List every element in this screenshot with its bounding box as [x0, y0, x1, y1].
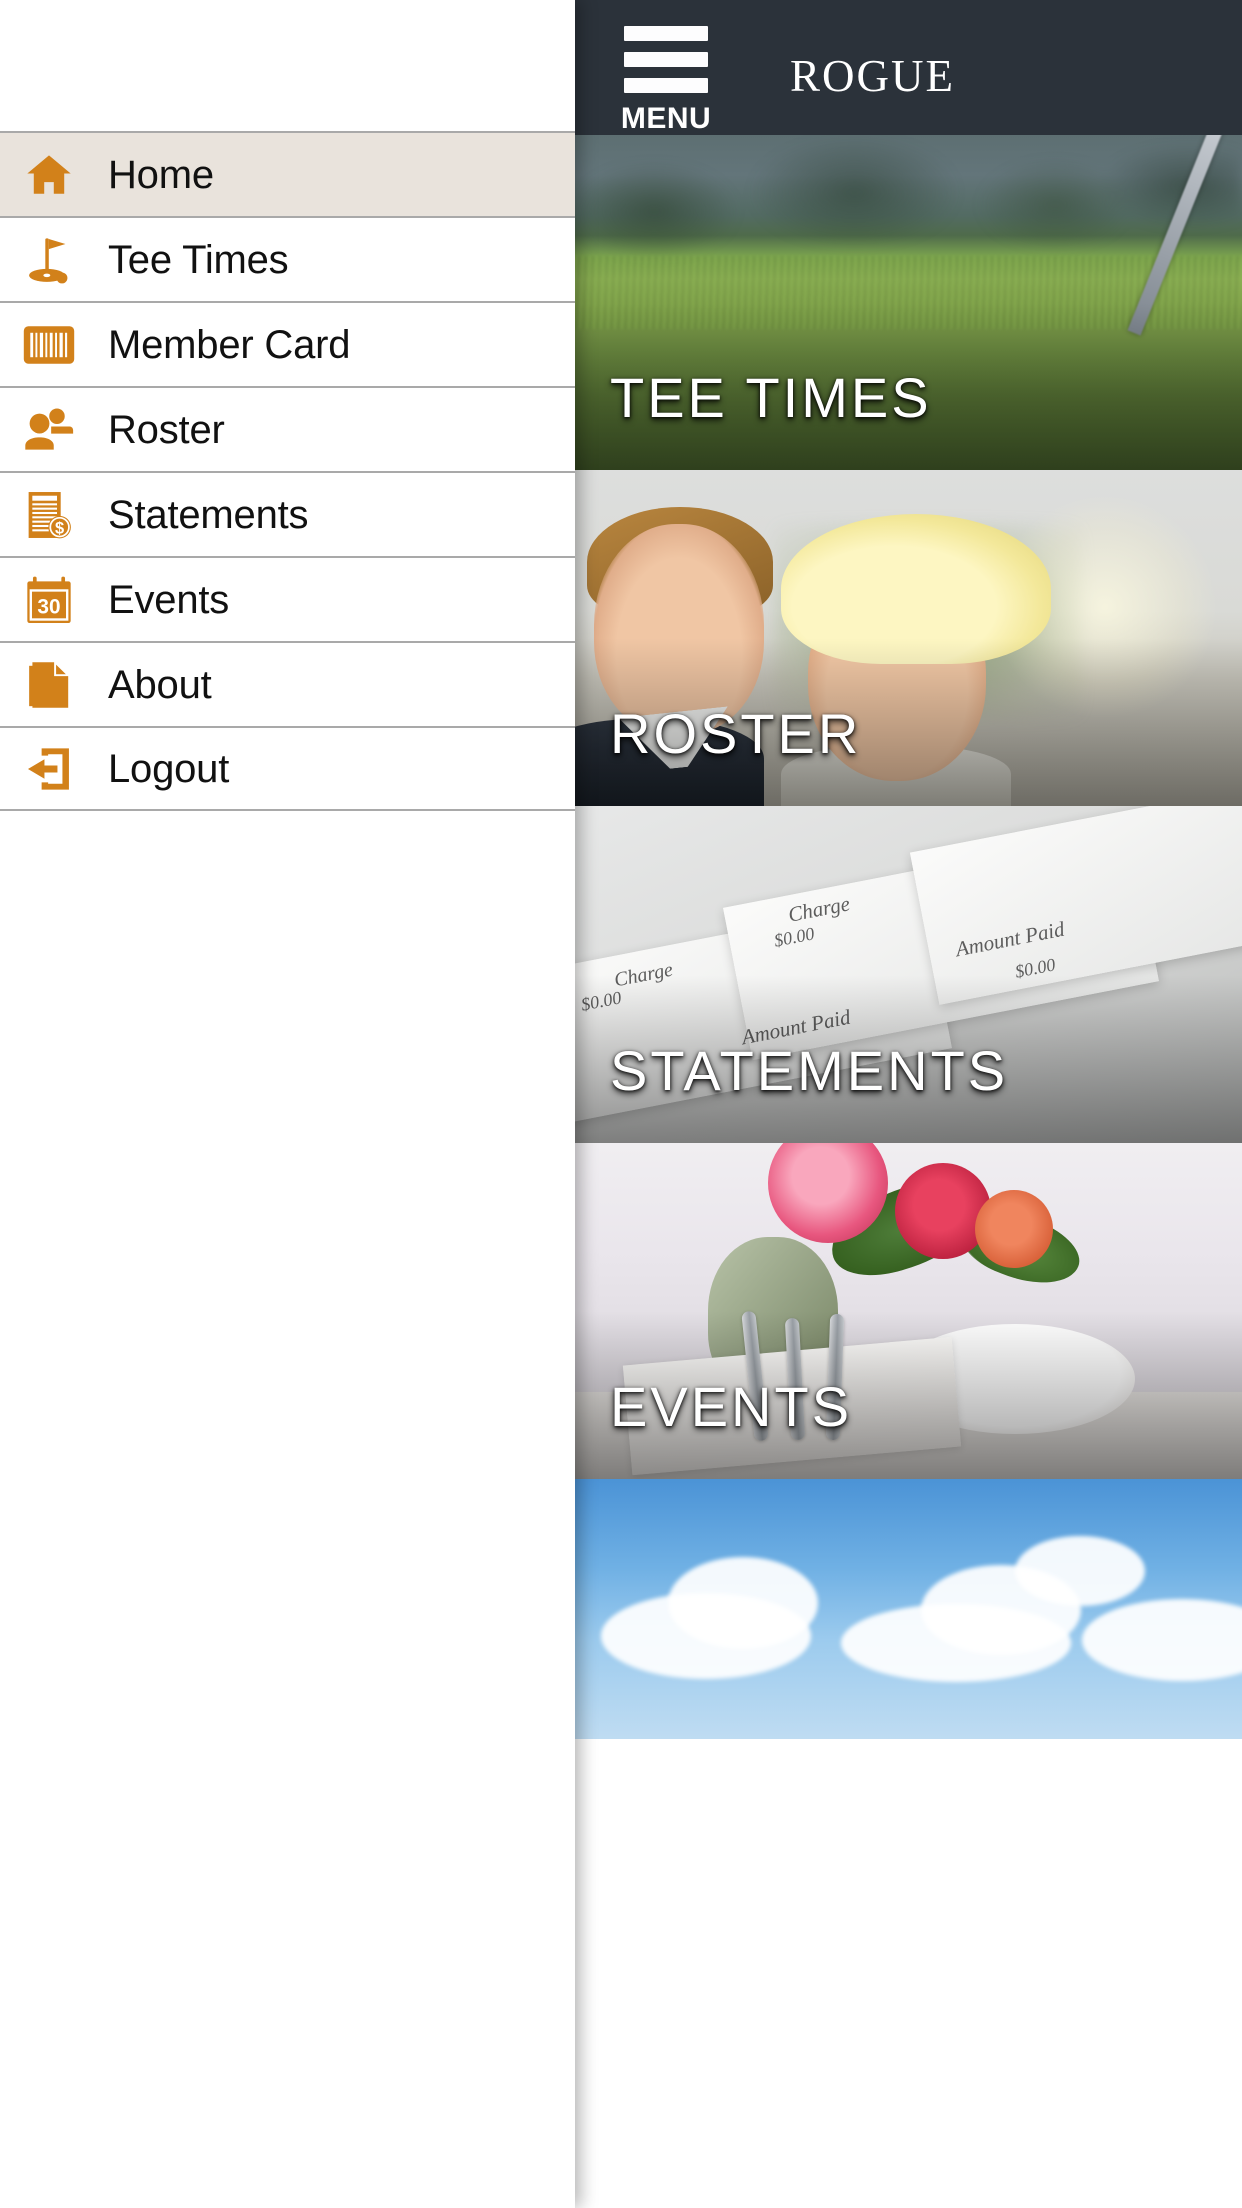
card-label: ROSTER	[610, 702, 862, 765]
sidebar-item-label: Home	[108, 152, 214, 197]
card-statements[interactable]: Charge $0.00 Amount Paid Charge $0.00 Am…	[574, 806, 1242, 1143]
card-events[interactable]: EVENTS	[574, 1143, 1242, 1479]
page-title: ROGUE	[790, 51, 955, 101]
card-roster[interactable]: ROSTER	[574, 470, 1242, 806]
card-label	[574, 1699, 610, 1739]
hamburger-menu-icon-bar2	[624, 52, 708, 67]
app-root: MENU ROGUE TEE TIMES ROSTER Charge $0.00…	[0, 0, 1242, 2208]
card-label: TEE TIMES	[610, 366, 932, 429]
card-label: STATEMENTS	[610, 1039, 1009, 1102]
invoice-dollar-icon: $	[18, 485, 80, 545]
calendar-30-icon: 30	[18, 570, 80, 630]
card-label: EVENTS	[610, 1375, 853, 1438]
sidebar-item-logout[interactable]: Logout	[0, 726, 575, 811]
exit-arrow-icon	[18, 739, 80, 799]
sidebar-item-events[interactable]: 30 Events	[0, 556, 575, 641]
sidebar-item-label: Tee Times	[108, 237, 289, 282]
sidebar-item-label: Roster	[108, 407, 225, 452]
hamburger-menu-icon-bar3	[624, 78, 708, 93]
card-sky[interactable]	[574, 1479, 1242, 1739]
sidebar-item-home[interactable]: Home	[0, 131, 575, 216]
barcode-icon	[18, 315, 80, 375]
home-icon	[18, 145, 80, 205]
drawer-top-spacer	[0, 0, 575, 131]
hamburger-menu-icon	[624, 26, 708, 41]
sidebar-item-label: Events	[108, 577, 230, 622]
content-pane: MENU ROGUE TEE TIMES ROSTER Charge $0.00…	[574, 0, 1242, 2208]
sidebar-item-statements[interactable]: $ Statements	[0, 471, 575, 556]
navigation-drawer: Home Tee Times Member Card Roster $ Stat…	[0, 0, 575, 2208]
sidebar-item-label: Logout	[108, 746, 230, 791]
document-icon	[18, 655, 80, 715]
svg-text:$: $	[55, 519, 64, 537]
sidebar-item-member-card[interactable]: Member Card	[0, 301, 575, 386]
sidebar-item-label: Statements	[108, 492, 309, 537]
menu-button-label: MENU	[620, 102, 712, 135]
golf-flag-icon	[18, 230, 80, 290]
sidebar-item-about[interactable]: About	[0, 641, 575, 726]
sidebar-item-label: Member Card	[108, 322, 351, 367]
sky-clouds-photo	[574, 1479, 1242, 1739]
card-list: TEE TIMES ROSTER Charge $0.00 Amount Pai…	[574, 135, 1242, 1739]
sidebar-item-tee-times[interactable]: Tee Times	[0, 216, 575, 301]
svg-text:30: 30	[37, 595, 60, 618]
sidebar-item-roster[interactable]: Roster	[0, 386, 575, 471]
app-header-bar: MENU ROGUE	[574, 0, 1242, 135]
menu-button[interactable]: MENU	[618, 26, 714, 134]
sidebar-item-label: About	[108, 662, 212, 707]
card-tee-times[interactable]: TEE TIMES	[574, 135, 1242, 470]
people-icon	[18, 400, 80, 460]
